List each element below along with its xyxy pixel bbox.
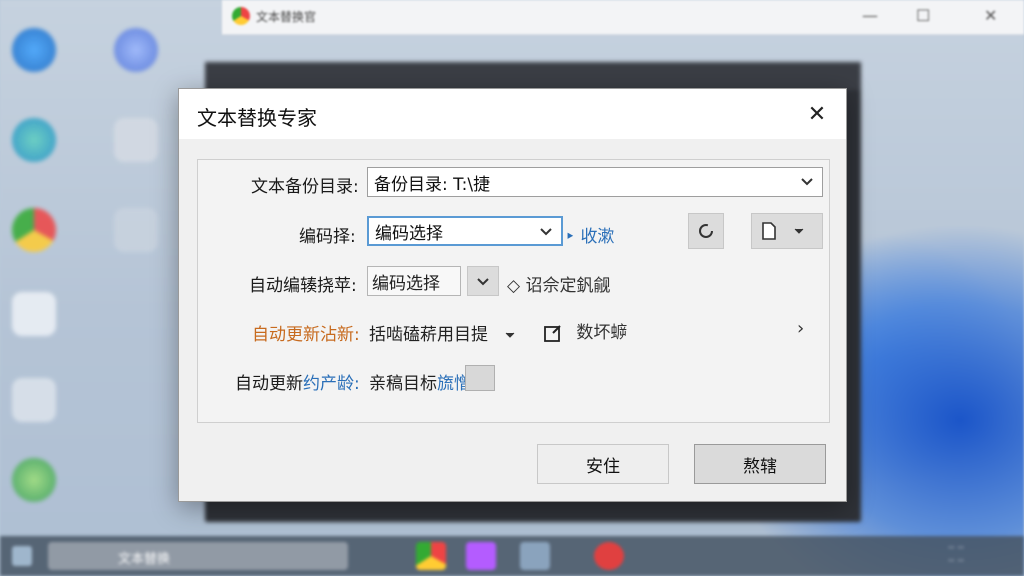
maximize-icon[interactable]: ☐ [916,6,930,25]
desktop-icon-file[interactable] [12,292,56,336]
taskbar: 文本替换 ·· ·· ·· ·· [0,536,1024,576]
taskbar-app-mail[interactable] [520,542,550,570]
auto-encode-value: 编码选择 [372,273,440,294]
text-replace-dialog: 文本替换专家 ✕ 文本备份目录: 备份目录: T:\捷 编码择: 编码选择 ‣ … [178,88,847,502]
desktop-icon-chrome[interactable] [12,208,56,252]
data-source-text: 数坏蝷 [576,323,628,343]
encoding-select[interactable]: 编码选择 [367,216,563,246]
edit-icon [544,325,561,342]
minimize-icon[interactable]: — [862,6,878,25]
start-icon[interactable] [12,546,32,566]
dialog-titlebar: 文本替换专家 ✕ [179,89,846,139]
taskbar-app-red[interactable] [594,542,624,570]
encoding-label: 编码择: [299,227,356,247]
backup-dir-value: 备份目录: T:\捷 [374,174,491,195]
auto-update-select[interactable]: 括啮磕菥用目提 [369,320,517,345]
encoding-value: 编码选择 [375,223,443,244]
backup-dir-select[interactable]: 备份目录: T:\捷 [367,167,823,197]
auto-update-target-label-prefix: 自动更新 [235,374,303,394]
chevron-down-icon [794,228,804,234]
auto-encode-dropdown-button[interactable] [467,266,499,296]
browser-logo-icon [232,7,250,25]
taskbar-app-store[interactable] [466,542,496,570]
desktop-icon-tool[interactable] [114,118,158,162]
encoding-link[interactable]: ‣ 收漱 [565,222,614,247]
auto-update-target-toggle[interactable] [465,365,495,391]
auto-update-target-text: 亲稿目标 [369,374,437,394]
taskbar-search-text: 文本替换 [118,552,171,567]
auto-encode-hint: ◇ 诏佘定釩觎 [507,271,610,296]
auto-encode-label: 自动编辏挠苹: [249,276,357,296]
document-icon [762,222,776,240]
close-icon: ✕ [807,101,827,127]
auto-update-target-label-blue: 约产龄: [303,374,360,394]
data-source-button[interactable]: 数坏蝷 [543,318,627,343]
auto-update-value: 括啮磕菥用目提 [369,325,488,345]
taskbar-clock: ·· ·· ·· ·· [948,543,964,567]
refresh-button[interactable] [688,213,724,249]
auto-encode-hint-text: 诏佘定釩觎 [525,276,611,296]
diamond-icon: ◇ [507,276,521,296]
link-arrow-icon: ‣ [565,227,576,247]
ok-button[interactable]: 安住 [537,444,669,484]
encoding-link-text: 收漱 [580,227,615,247]
chevron-down-icon [540,228,552,236]
desktop-icon-green[interactable] [12,458,56,502]
chevron-down-icon [477,278,489,286]
taskbar-search[interactable]: 文本替换 [48,542,348,570]
backup-dir-label: 文本备份目录: [251,177,359,197]
desktop-icon-monitor[interactable] [114,208,158,252]
refresh-icon [699,224,713,238]
dialog-close-button[interactable]: ✕ [802,99,832,129]
auto-update-target-value[interactable]: 亲稿目标旒憎 [369,369,471,394]
taskbar-app-chrome[interactable] [416,542,446,570]
desktop-icon-chat[interactable] [12,118,56,162]
background-browser-window: 文本替换官 — ☐ ✕ [222,0,1024,35]
auto-update-target-label: 自动更新约产龄: [235,369,360,394]
browser-title: 文本替换官 [256,10,317,24]
cancel-button[interactable]: 熬辖 [694,444,826,484]
desktop-icon-app[interactable] [114,28,158,72]
chevron-down-icon [506,332,515,338]
chevron-down-icon [801,178,813,186]
dialog-title: 文本替换专家 [197,106,317,130]
desktop-icon-edge[interactable] [12,28,56,72]
auto-update-label: 自动更新沾新: [252,325,360,345]
chevron-right-icon[interactable]: › [797,318,804,339]
auto-encode-field[interactable]: 编码选择 [367,266,461,296]
desktop-icon-folder[interactable] [12,378,56,422]
close-icon[interactable]: ✕ [984,6,997,25]
document-menu-button[interactable] [751,213,823,249]
